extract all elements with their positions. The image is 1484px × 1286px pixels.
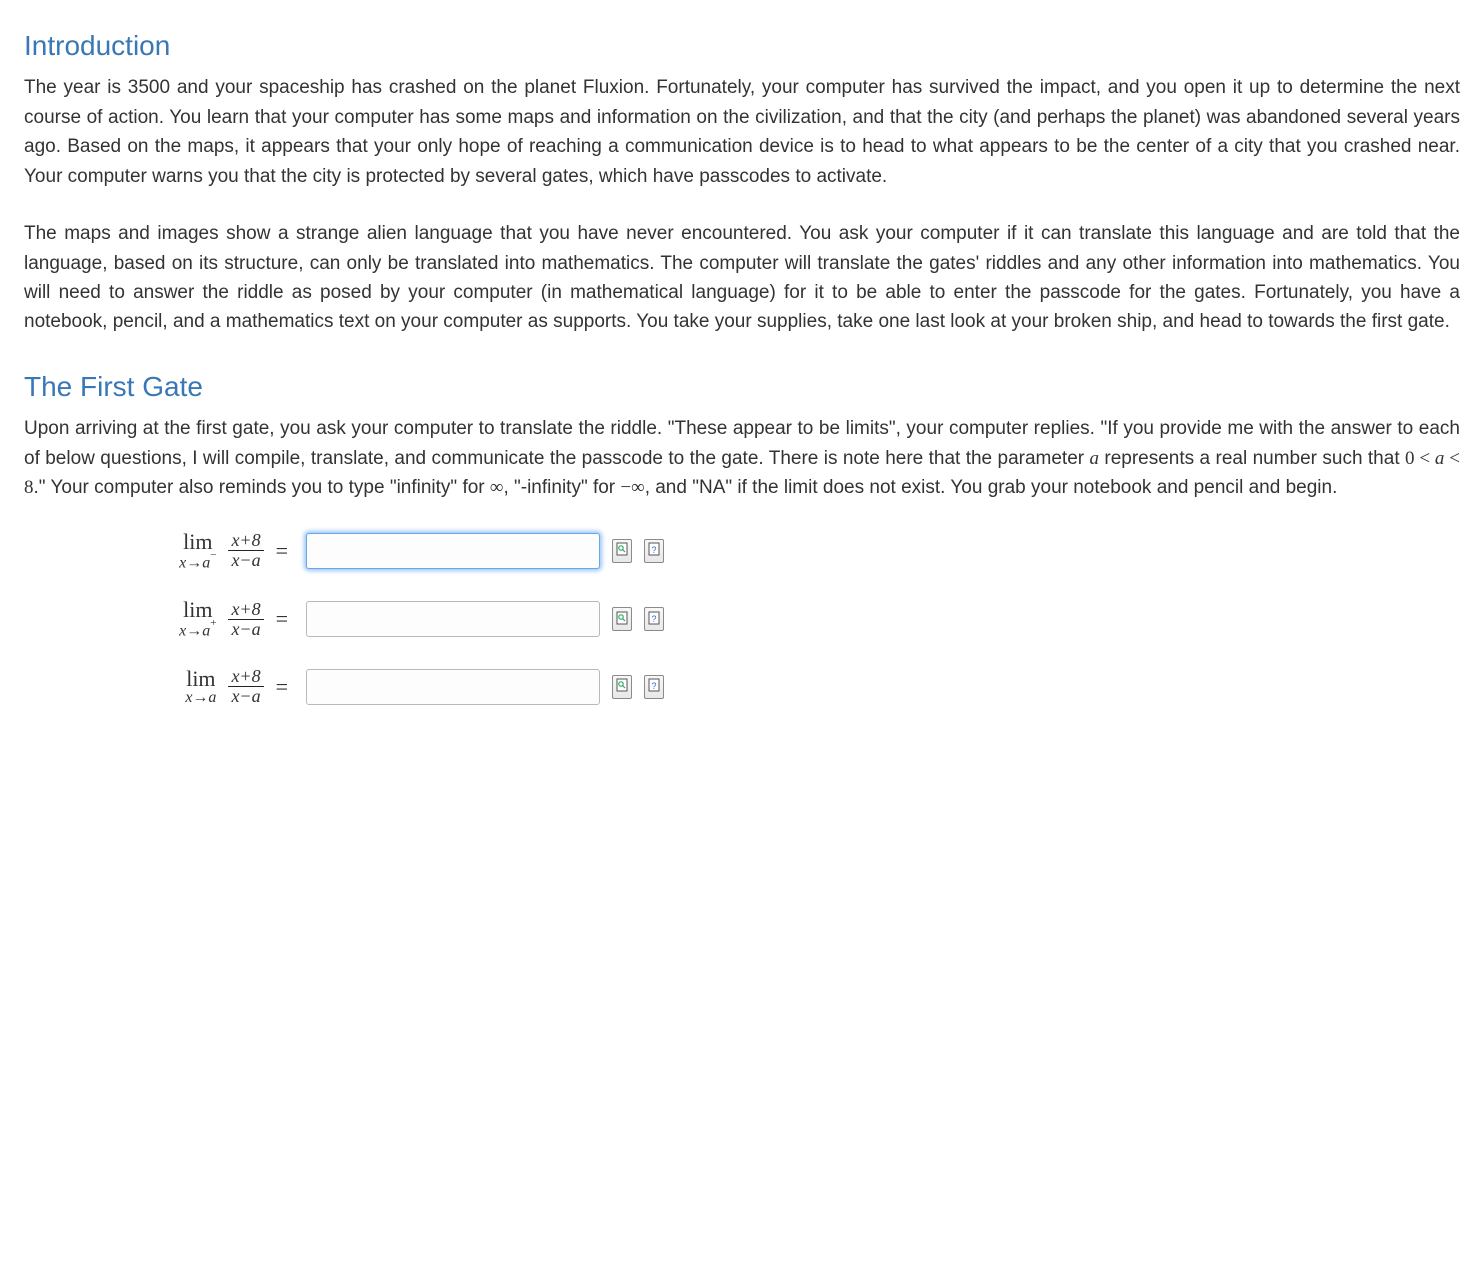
- answer-input-3[interactable]: [306, 669, 600, 705]
- section-title-first-gate: The First Gate: [24, 365, 1460, 408]
- limit-expression: limx→a+x+8x−a=: [64, 599, 294, 639]
- intro-paragraph-2: The maps and images show a strange alien…: [24, 219, 1460, 337]
- svg-text:?: ?: [651, 614, 656, 624]
- limit-expression: limx→a−x+8x−a=: [64, 531, 294, 571]
- preview-button[interactable]: [612, 539, 632, 563]
- preview-icon: [616, 678, 628, 695]
- help-icon: ?: [648, 611, 660, 628]
- answer-input-1[interactable]: [306, 533, 600, 569]
- limit-expression: limx→ax+8x−a=: [64, 667, 294, 706]
- preview-icon: [616, 542, 628, 559]
- help-button[interactable]: ?: [644, 607, 664, 631]
- preview-icon: [616, 611, 628, 628]
- section-title-introduction: Introduction: [24, 24, 1460, 67]
- help-button[interactable]: ?: [644, 675, 664, 699]
- limit-row: limx→a+x+8x−a=?: [64, 599, 1460, 639]
- help-icon: ?: [648, 542, 660, 559]
- preview-button[interactable]: [612, 675, 632, 699]
- limit-row: limx→a−x+8x−a=?: [64, 531, 1460, 571]
- preview-button[interactable]: [612, 607, 632, 631]
- help-icon: ?: [648, 678, 660, 695]
- intro-paragraph-1: The year is 3500 and your spaceship has …: [24, 73, 1460, 191]
- limit-row: limx→ax+8x−a=?: [64, 667, 1460, 706]
- svg-text:?: ?: [651, 545, 656, 555]
- help-button[interactable]: ?: [644, 539, 664, 563]
- problem-block: limx→a−x+8x−a=?limx→a+x+8x−a=?limx→ax+8x…: [64, 531, 1460, 706]
- answer-input-2[interactable]: [306, 601, 600, 637]
- svg-text:?: ?: [651, 681, 656, 691]
- gate1-paragraph: Upon arriving at the first gate, you ask…: [24, 414, 1460, 502]
